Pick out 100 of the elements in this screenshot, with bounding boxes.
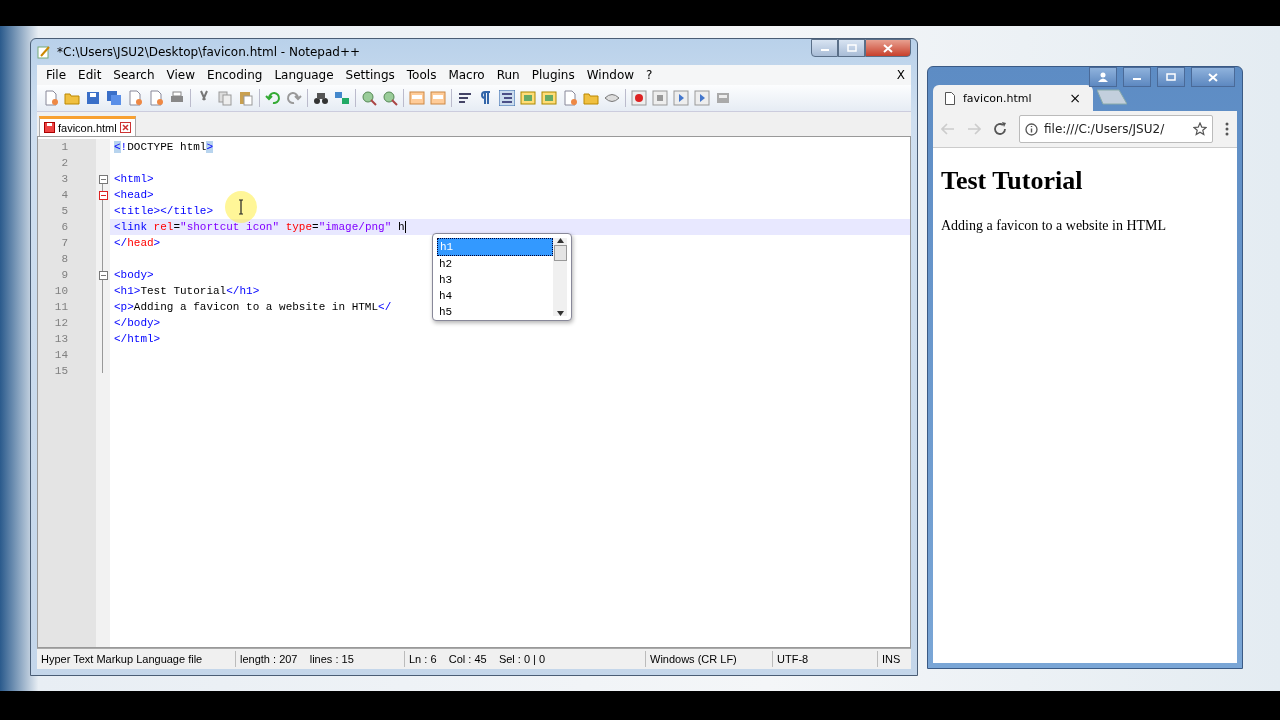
star-icon[interactable] <box>1193 122 1207 136</box>
close-icon <box>1208 72 1218 82</box>
play-icon[interactable] <box>673 90 689 106</box>
notepad-icon <box>37 45 51 59</box>
replace-icon[interactable] <box>334 90 350 106</box>
play-icon[interactable] <box>694 90 710 106</box>
menu-item[interactable]: Macro <box>443 68 492 82</box>
maximize-button[interactable] <box>1157 67 1185 87</box>
folder-icon[interactable] <box>583 90 599 106</box>
maximize-button[interactable] <box>838 39 865 57</box>
menu-item[interactable]: Language <box>269 68 341 82</box>
menu-item[interactable]: Edit <box>73 68 109 82</box>
fold-minus-icon[interactable] <box>98 190 108 200</box>
page-paragraph: Adding a favicon to a website in HTML <box>941 218 1168 234</box>
line-number: 5 <box>61 205 68 217</box>
reload-icon[interactable] <box>993 122 1007 136</box>
fold-minus-icon[interactable] <box>98 270 108 280</box>
redo-icon[interactable] <box>286 90 302 106</box>
line-number: 12 <box>54 317 68 329</box>
fold-minus-icon[interactable] <box>98 174 108 184</box>
line-number: 10 <box>54 285 68 297</box>
menu-item[interactable]: Search <box>108 68 162 82</box>
record-icon[interactable] <box>631 90 647 106</box>
info-icon <box>1025 122 1038 136</box>
panel-icon[interactable] <box>520 90 536 106</box>
line-number: 9 <box>61 269 68 281</box>
status-text: Hyper Text Markup Language file <box>37 651 236 667</box>
zoom-icon[interactable] <box>361 90 377 106</box>
page-icon[interactable] <box>562 90 578 106</box>
close-tab-icon[interactable] <box>119 122 131 133</box>
menu-item[interactable]: Plugins <box>526 68 582 82</box>
line-number: 3 <box>61 173 68 185</box>
suggestion-item[interactable]: h3 <box>437 272 553 288</box>
binoculars-icon[interactable] <box>313 90 329 106</box>
close-document-button[interactable]: X <box>896 68 907 82</box>
page-heading: Test Tutorial <box>941 166 1084 196</box>
window-title: *C:\Users\JSU2\Desktop\favicon.html - Notepad++ <box>57 45 361 59</box>
status-text: UTF-8 <box>773 651 878 667</box>
undo-icon[interactable] <box>265 90 281 106</box>
page-icon[interactable] <box>43 90 59 106</box>
stop-icon[interactable] <box>652 90 668 106</box>
status-text: Ln : 6 Col : 45 Sel : 0 | 0 <box>405 651 646 667</box>
scroll-thumb[interactable] <box>553 245 567 261</box>
line-number: 2 <box>61 157 68 169</box>
cursor-highlight-drawing <box>224 190 258 224</box>
page-icon <box>945 91 955 105</box>
suggestion-item[interactable]: h2 <box>437 256 553 272</box>
file-tab[interactable]: favicon.html <box>39 116 136 136</box>
line-number: 7 <box>61 237 68 249</box>
menu-item[interactable]: File <box>41 68 74 82</box>
status-text: Windows (CR LF) <box>646 651 773 667</box>
code-line: <title></title> <box>114 205 214 217</box>
person-icon <box>1098 72 1108 82</box>
indent-icon[interactable] <box>499 90 515 106</box>
maximize-icon <box>846 44 857 52</box>
zoom-icon[interactable] <box>382 90 398 106</box>
browser-tab[interactable]: favicon.html × <box>933 85 1093 111</box>
folder-icon[interactable] <box>64 90 80 106</box>
scroll-up-icon[interactable] <box>556 238 564 243</box>
menu-item[interactable]: Run <box>491 68 527 82</box>
line-number: 4 <box>61 189 68 201</box>
code-line: <body> <box>114 269 154 281</box>
menu-item[interactable]: Settings <box>340 68 402 82</box>
code-line: <html> <box>114 173 154 185</box>
menu-item[interactable]: Encoding <box>202 68 270 82</box>
menu-icon[interactable] <box>1225 122 1229 136</box>
code-line: </head> <box>114 237 161 249</box>
status-text: INS <box>881 652 902 667</box>
menu-item[interactable]: Tools <box>401 68 444 82</box>
code-line: <!DOCTYPE html> <box>114 141 214 153</box>
panel-icon[interactable] <box>541 90 557 106</box>
code-line: <h1>Test Tutorial</h1> <box>114 285 260 297</box>
menu-item[interactable]: Window <box>581 68 642 82</box>
code-line: <p>Adding a favicon to a website in HTML</ <box>114 301 392 313</box>
status-text: length : 207 lines : 15 <box>236 651 405 667</box>
paste-icon[interactable] <box>238 90 254 106</box>
page-icon[interactable] <box>148 90 164 106</box>
close-button[interactable] <box>865 39 911 57</box>
maximize-icon <box>1166 73 1176 81</box>
close-tab-button[interactable]: × <box>1069 90 1081 106</box>
menu-item[interactable]: View <box>161 68 203 82</box>
minimize-button[interactable] <box>1123 67 1151 87</box>
address-bar[interactable]: file:///C:/Users/JSU2/ <box>1019 115 1213 143</box>
disks-icon[interactable] <box>106 90 122 106</box>
page-icon[interactable] <box>127 90 143 106</box>
scroll-down-icon[interactable] <box>556 311 564 316</box>
suggestion-item[interactable]: h5 <box>437 304 553 320</box>
code-line: </html> <box>114 333 161 345</box>
scrollbar[interactable] <box>553 238 567 316</box>
suggestion-item[interactable]: h4 <box>437 288 553 304</box>
close-button[interactable] <box>1191 67 1235 87</box>
user-button[interactable] <box>1089 67 1117 87</box>
line-number: 15 <box>54 365 68 377</box>
wrap-icon[interactable] <box>457 90 473 106</box>
line-number: 1 <box>61 141 68 153</box>
code-line: </body> <box>114 317 161 329</box>
minimize-button[interactable] <box>811 39 838 57</box>
menu-item[interactable]: ? <box>641 68 660 82</box>
line-number: 11 <box>54 301 68 313</box>
code-line: <link rel="shortcut icon" type="image/png" h <box>114 221 406 233</box>
